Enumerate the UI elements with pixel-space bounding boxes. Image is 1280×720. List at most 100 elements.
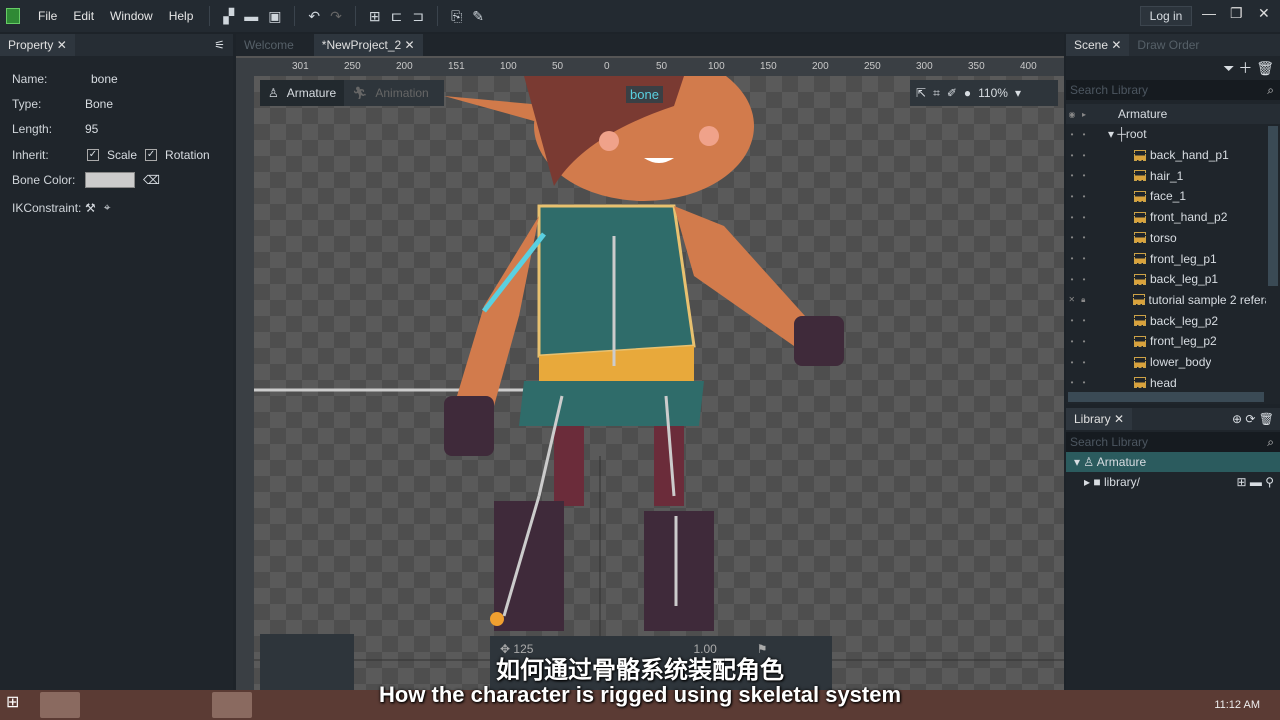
tab-welcome[interactable]: Welcome [236,34,302,56]
tree-row[interactable]: • • front_leg_p2 [1066,331,1266,351]
animation-mode-label: Animation [375,86,429,100]
hierarchy-icon[interactable]: ⚟ [214,38,225,52]
undo-icon[interactable]: ↶ [308,8,320,25]
lock-icon[interactable]: • [1078,192,1090,201]
export-icon[interactable]: ⎘ [451,8,462,25]
eraser-icon[interactable]: ⌫ [143,173,160,187]
tree-row[interactable]: • • hair_1 [1066,166,1266,186]
image-icon [1134,211,1146,223]
canvas[interactable]: ♙ Armature 🏃︎ Animation bone ⇱ ⌗ ✐ ● 110% ▾ ✥ … [254,76,1064,690]
lock-icon[interactable]: 🔒︎ [1077,295,1088,305]
folder-actions[interactable]: ⊞ ▬ ⚲ [1236,472,1274,492]
library-search-input[interactable]: Search Library ⌕ [1066,432,1280,452]
lock-icon[interactable]: • [1078,358,1090,367]
brush-tool-icon[interactable]: ✐ [947,86,957,100]
horizontal-scrollbar[interactable] [1068,392,1264,402]
sphere-tool-icon[interactable]: ● [964,86,971,100]
tree-row[interactable]: • • front_leg_p1 [1066,249,1266,269]
tree-row[interactable]: • • head [1066,373,1266,393]
filter-icon[interactable]: ⏷ [1223,60,1234,76]
ik-bone-icon[interactable]: ⚒ [85,201,96,215]
tab-newproject[interactable]: *NewProject_2 ✕ [313,34,423,56]
save-icon[interactable]: ▣ [268,8,281,25]
add-icon[interactable]: ＋ [1238,60,1252,76]
torso-shape [537,204,696,358]
eye-icon[interactable]: ◉ [1066,110,1078,119]
length-field[interactable]: 95 [85,122,98,136]
lock-icon[interactable]: • [1078,213,1090,222]
eye-icon[interactable]: • [1066,316,1078,325]
library-folder-row[interactable]: ▸ ■ library/⊞ ▬ ⚲ [1066,472,1280,492]
eye-icon[interactable]: • [1066,130,1078,139]
lock-icon[interactable]: • [1078,233,1090,242]
lock-icon[interactable]: • [1078,171,1090,180]
select-tool-icon[interactable]: ⇱ [916,86,926,100]
import-icon[interactable]: ⊞ [369,8,381,25]
bone-name-tooltip: bone [626,86,663,103]
open-folder-icon[interactable]: ▬ [244,8,258,24]
bone-color-swatch[interactable] [85,172,135,188]
menu-window[interactable]: Window [102,9,161,23]
tab-property[interactable]: Property ✕ [0,34,75,56]
minimize-icon[interactable]: — [1202,5,1216,21]
eye-icon[interactable]: • [1066,151,1078,160]
eye-icon[interactable]: • [1066,337,1078,346]
scale-checkbox[interactable]: ✓ [87,149,99,161]
library-armature-row[interactable]: ▾ ♙ Armature [1066,452,1280,472]
tree-label: front_leg_p2 [1150,334,1217,349]
login-button[interactable]: Log in [1140,6,1192,26]
eye-icon[interactable]: ✕ [1066,295,1077,304]
close-window-icon[interactable]: ✕ [1258,5,1270,22]
maximize-icon[interactable]: ❐ [1230,5,1243,22]
redo-icon[interactable]: ↷ [330,8,342,25]
tab-library[interactable]: Library ✕ [1066,408,1133,430]
trash-icon[interactable]: 🗑︎ [1256,60,1274,76]
vertical-scrollbar[interactable] [1268,126,1278,286]
eye-icon[interactable]: • [1066,254,1078,263]
eye-icon[interactable]: • [1066,213,1078,222]
lock-icon[interactable]: • [1078,337,1090,346]
eye-icon[interactable]: • [1066,378,1078,387]
tree-row[interactable]: • • back_leg_p2 [1066,311,1266,331]
rotation-checkbox[interactable]: ✓ [145,149,158,161]
lock-icon[interactable]: • [1078,254,1090,263]
new-project-icon[interactable]: ▞ [223,8,234,25]
tree-row[interactable]: • • torso [1066,228,1266,248]
ik-target-icon[interactable]: ⌖ [104,200,111,215]
lock-icon[interactable]: • [1078,151,1090,160]
scene-search-input[interactable]: Search Library ⌕ [1066,80,1280,100]
menu-file[interactable]: File [30,9,65,23]
lock-icon[interactable]: • [1078,275,1090,284]
transform-tool-icon[interactable]: ⌗ [933,86,940,101]
tree-row[interactable]: ✕ 🔒︎ tutorial sample 2 refera [1066,290,1266,310]
eye-icon[interactable]: • [1066,171,1078,180]
tree-row-root[interactable]: • • ▾ ┼ root [1066,124,1266,144]
tab-draw-order[interactable]: Draw Order [1129,34,1207,56]
armature-row[interactable]: ◉ ▸ Armature [1066,104,1280,124]
eye-icon[interactable]: • [1066,233,1078,242]
tree-row[interactable]: • • front_hand_p2 [1066,207,1266,227]
armature-mode-button[interactable]: ♙ Armature [260,80,345,106]
tree-row[interactable]: • • back_hand_p1 [1066,145,1266,165]
import-right-icon[interactable]: ⊐ [412,8,424,25]
edit-icon[interactable]: ✎ [472,8,484,25]
tree-row[interactable]: • • back_leg_p1 [1066,269,1266,289]
menu-edit[interactable]: Edit [65,9,102,23]
eye-icon[interactable]: • [1066,358,1078,367]
lock-icon[interactable]: • [1078,316,1090,325]
animation-mode-button[interactable]: 🏃︎ Animation [344,86,437,100]
name-field[interactable]: bone [91,72,118,86]
eye-icon[interactable]: • [1066,275,1078,284]
zoom-level[interactable]: 110% [978,86,1008,100]
tree-row[interactable]: • • face_1 [1066,186,1266,206]
import-left-icon[interactable]: ⊏ [391,8,403,25]
lock-icon[interactable]: • [1078,378,1090,387]
tab-scene[interactable]: Scene ✕ [1066,34,1130,56]
tree-row[interactable]: • • lower_body [1066,352,1266,372]
zoom-dropdown-icon[interactable]: ▾ [1015,86,1021,100]
menu-help[interactable]: Help [161,9,202,23]
lock-icon[interactable]: ▸ [1078,110,1090,119]
lock-icon[interactable]: • [1078,130,1090,139]
eye-icon[interactable]: • [1066,192,1078,201]
library-tools[interactable]: ⊕ ⟳ 🗑︎ [1232,412,1274,426]
